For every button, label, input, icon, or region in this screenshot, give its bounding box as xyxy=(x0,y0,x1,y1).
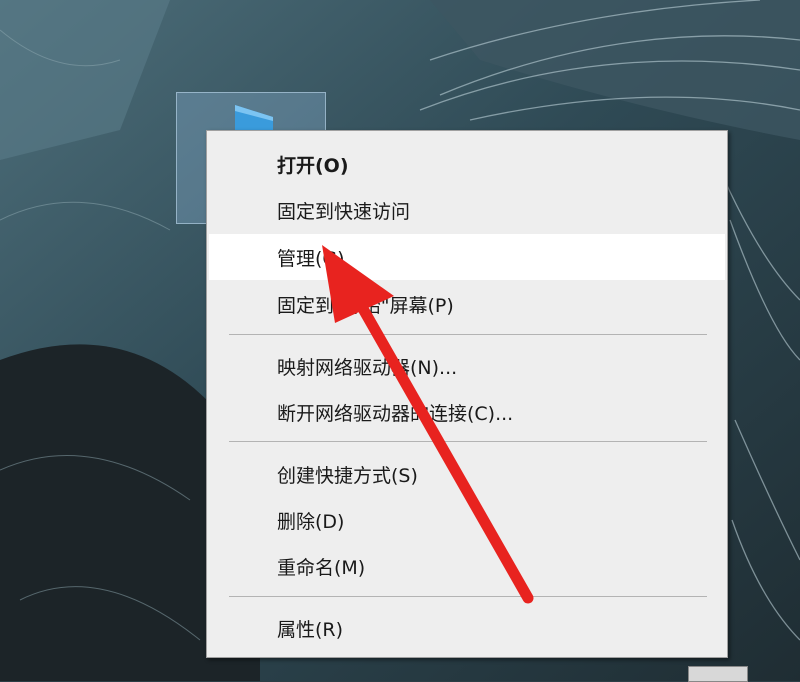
menu-separator xyxy=(229,441,707,442)
context-menu: 打开(O) 固定到快速访问 管理(G) 固定到"开始"屏幕(P) 映射网络驱动器… xyxy=(206,130,728,658)
menu-item-properties[interactable]: 属性(R) xyxy=(209,605,725,651)
partial-window-edge xyxy=(688,666,748,682)
menu-item-map-network-drive[interactable]: 映射网络驱动器(N)... xyxy=(209,343,725,389)
menu-item-rename[interactable]: 重命名(M) xyxy=(209,543,725,589)
menu-separator xyxy=(229,334,707,335)
menu-item-manage[interactable]: 管理(G) xyxy=(209,234,725,280)
menu-item-pin-quick-access[interactable]: 固定到快速访问 xyxy=(209,187,725,233)
menu-item-disconnect-network-drive[interactable]: 断开网络驱动器的连接(C)... xyxy=(209,389,725,435)
menu-separator xyxy=(229,596,707,597)
menu-item-create-shortcut[interactable]: 创建快捷方式(S) xyxy=(209,451,725,497)
menu-item-delete[interactable]: 删除(D) xyxy=(209,497,725,543)
menu-item-open[interactable]: 打开(O) xyxy=(209,141,725,187)
menu-item-pin-start[interactable]: 固定到"开始"屏幕(P) xyxy=(209,281,725,327)
